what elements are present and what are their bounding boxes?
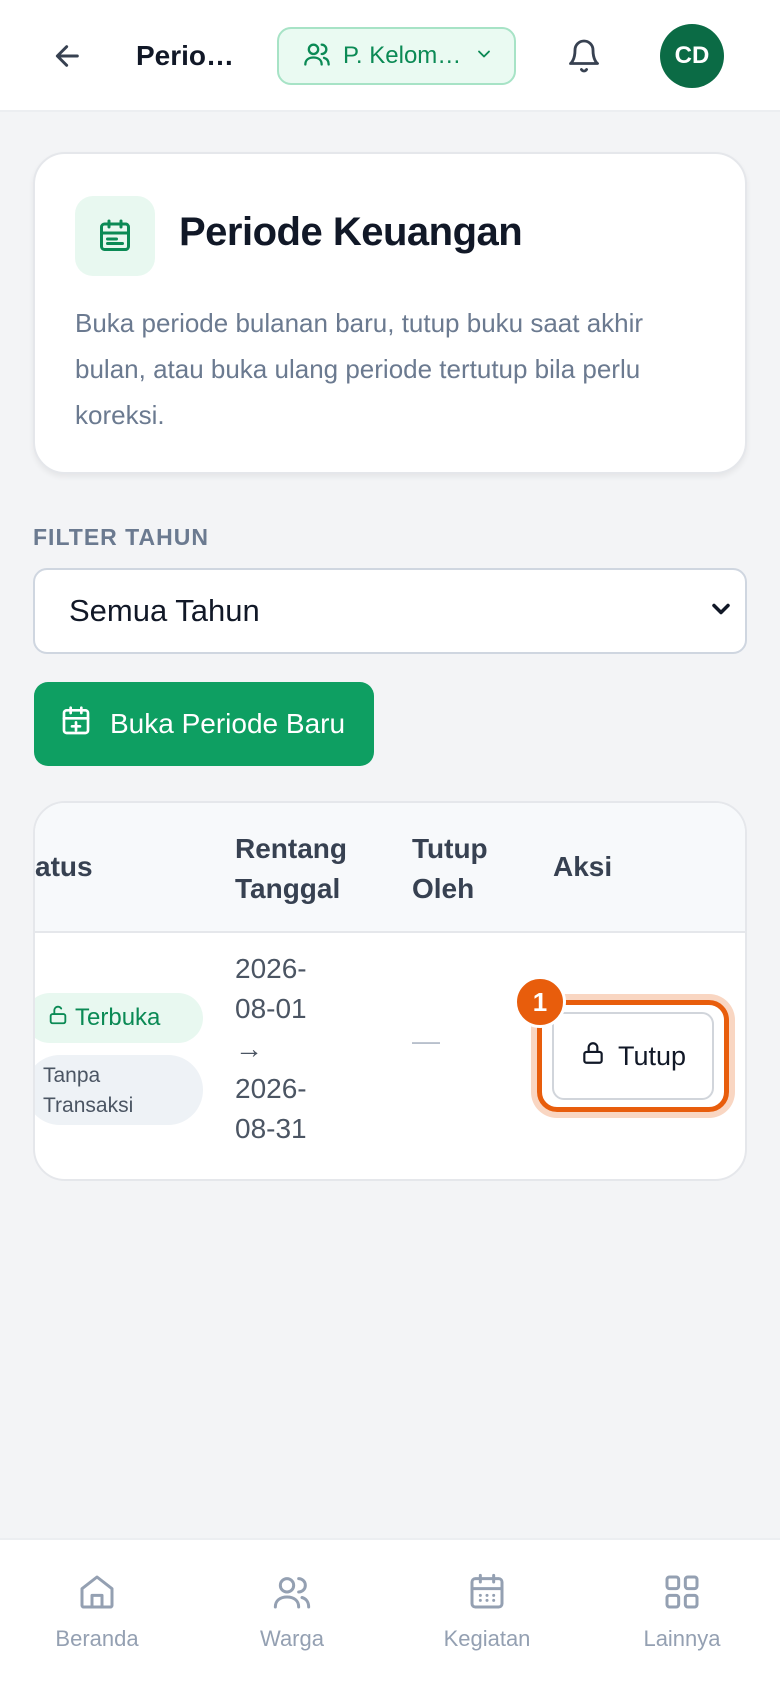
- status-badge: Terbuka: [35, 993, 203, 1043]
- avatar[interactable]: CD: [660, 24, 724, 88]
- period-table: Status Rentang Tanggal Tutup Oleh Aksi T…: [33, 801, 747, 1181]
- back-arrow-icon[interactable]: [46, 34, 90, 78]
- calendar-icon: [467, 1572, 507, 1618]
- calendar-icon: [75, 196, 155, 276]
- nav-item-beranda[interactable]: Beranda: [22, 1572, 172, 1652]
- info-card: Periode Keuangan Buka periode bulanan ba…: [33, 152, 747, 474]
- nav-label: Kegiatan: [443, 1626, 531, 1651]
- nav-label: Lainnya: [643, 1626, 721, 1651]
- range-end-month-day: 08-31: [235, 1113, 307, 1144]
- year-filter-value: Semua Tahun: [69, 593, 260, 628]
- table-header: Status Rentang Tanggal Tutup Oleh Aksi: [35, 803, 745, 933]
- calendar-plus-icon: [60, 705, 92, 744]
- transaction-badge-line1: Tanpa: [43, 1064, 101, 1087]
- unlock-icon: [47, 1004, 69, 1033]
- transaction-badge-line2: Transaksi: [43, 1094, 134, 1117]
- lock-icon: [580, 1040, 606, 1073]
- users-icon: [303, 40, 331, 73]
- info-card-description: Buka periode bulanan baru, tutup buku sa…: [75, 308, 644, 430]
- year-filter-select[interactable]: Semua Tahun: [33, 568, 747, 654]
- status-badge-label: Terbuka: [75, 1004, 161, 1031]
- nav-item-kegiatan[interactable]: Kegiatan: [412, 1572, 562, 1652]
- column-header-status: Status: [35, 851, 93, 882]
- nav-item-lainnya[interactable]: Lainnya: [607, 1572, 757, 1652]
- column-header-closed-by-line1: Tutup: [412, 833, 488, 864]
- range-start-month-day: 08-01: [235, 993, 307, 1024]
- column-header-action: Aksi: [553, 851, 613, 882]
- page-title: Periode Keuangan: [136, 40, 248, 71]
- open-new-period-button[interactable]: Buka Periode Baru: [34, 682, 374, 766]
- nav-item-warga[interactable]: Warga: [217, 1572, 367, 1652]
- chevron-down-icon: [707, 595, 735, 628]
- chevron-down-icon: [474, 44, 494, 69]
- bottom-navigation: Beranda Warga Kegiatan Lainnya: [0, 1538, 780, 1688]
- filter-year-label: FILTER TAHUN: [33, 524, 209, 550]
- close-period-button[interactable]: Tutup: [552, 1012, 714, 1100]
- notification-bell-icon[interactable]: [562, 34, 606, 78]
- users-icon: [272, 1572, 312, 1618]
- transaction-badge: Tanpa Transaksi: [35, 1055, 203, 1125]
- column-header-range-line1: Rentang: [235, 833, 347, 864]
- nav-label: Beranda: [55, 1626, 139, 1651]
- step-marker: 1: [514, 976, 566, 1028]
- open-new-period-label: Buka Periode Baru: [110, 708, 346, 739]
- nav-label: Warga: [260, 1626, 324, 1651]
- group-selector[interactable]: P. Kelompok: [277, 27, 516, 85]
- top-app-bar: Periode Keuangan P. Kelompok CD: [0, 0, 780, 112]
- info-card-title: Periode Keuangan: [179, 210, 523, 254]
- grid-icon: [662, 1572, 702, 1618]
- range-arrow: →: [235, 1033, 263, 1064]
- column-header-range-line2: Tanggal: [235, 873, 341, 904]
- closed-by-value: —: [412, 1025, 440, 1056]
- range-start-year: 2026-: [235, 953, 307, 984]
- column-header-closed-by-line2: Oleh: [412, 873, 475, 904]
- home-icon: [77, 1572, 117, 1618]
- range-end-year: 2026-: [235, 1073, 307, 1104]
- close-period-label: Tutup: [617, 1040, 687, 1071]
- group-selector-label: P. Kelompok: [343, 42, 462, 69]
